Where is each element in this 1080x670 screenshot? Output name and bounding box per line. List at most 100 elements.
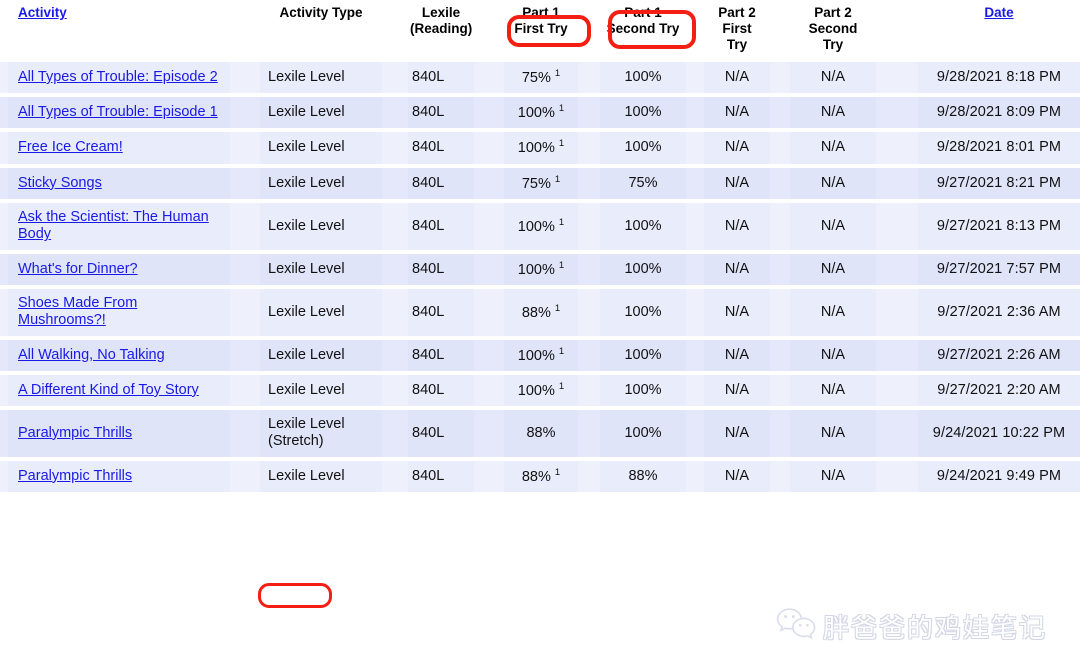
cell-part1-first-try: 88% [504,410,578,457]
row-separator-cell [230,492,260,497]
cell-part2-first-try: N/A [704,339,770,371]
cell-part1-second-try: 100% [600,339,686,371]
cell-activity[interactable]: A Different Kind of Toy Story [8,374,230,407]
row-gap-6 [770,253,790,285]
activity-type-label: Lexile Level [268,467,345,484]
cell-activity-type: Lexile Level [260,62,382,94]
row-separator-cell [578,492,600,497]
lexile-header-line2: (Reading) [410,20,473,36]
part2-second-line3: Try [822,36,844,52]
cell-part2-second-try: N/A [790,253,876,285]
cell-part1-first-try: 75% 1 [504,62,578,94]
footnote-marker: 1 [558,103,565,115]
activity-link[interactable]: A Different Kind of Toy Story [18,382,199,398]
date-sort-link[interactable]: Date [984,5,1013,20]
table-body: All Types of Trouble: Episode 2 Lexile Le… [0,62,1080,497]
row-gap-4 [578,374,600,407]
cell-activity-type: Lexile Level [260,253,382,285]
row-separator-cell [8,492,230,497]
row-gap-2 [382,339,408,371]
footnote-marker: 1 [554,466,561,478]
part2-second-line1: Part 2 [814,5,852,20]
part2-first-line3: Try [726,36,748,52]
row-spacer-left [0,253,8,285]
column-header-date[interactable]: Date [918,0,1080,62]
footnote-marker: 1 [558,380,565,392]
row-spacer-left [0,167,8,199]
row-gap-7 [876,167,918,199]
row-separator-cell [408,492,474,497]
row-gap-3 [474,253,504,285]
activity-link[interactable]: All Types of Trouble: Episode 1 [18,104,218,120]
row-gap-2 [382,288,408,336]
row-gap-6 [770,374,790,407]
row-gap-7 [876,97,918,129]
cell-part1-second-try: 75% [600,167,686,199]
cell-activity[interactable]: What's for Dinner? [8,253,230,285]
activity-sort-link[interactable]: Activity [18,5,67,20]
cell-activity-type: Lexile Level [260,339,382,371]
cell-date: 9/24/2021 10:22 PM [918,410,1080,457]
cell-activity[interactable]: Paralympic Thrills [8,410,230,457]
activity-link[interactable]: All Types of Trouble: Episode 2 [18,69,218,85]
cell-activity[interactable]: Sticky Songs [8,167,230,199]
row-gap-7 [876,132,918,164]
row-separator-cell [918,492,1080,497]
cell-activity[interactable]: All Walking, No Talking [8,339,230,371]
activity-link[interactable]: Ask the Scientist: The Human Body [18,209,209,242]
cell-date: 9/28/2021 8:18 PM [918,62,1080,94]
cell-activity[interactable]: All Types of Trouble: Episode 2 [8,62,230,94]
activity-link[interactable]: Paralympic Thrills [18,425,132,441]
activity-link[interactable]: Free Ice Cream! [18,139,123,155]
row-gap-4 [578,460,600,493]
row-gap-6 [770,460,790,493]
cell-part1-first-try: 100% 1 [504,339,578,371]
row-gap-2 [382,253,408,285]
row-gap-1 [230,132,260,164]
table-row: What's for Dinner? Lexile Level 840L 100% 1 1… [0,253,1080,285]
cell-activity[interactable]: All Types of Trouble: Episode 1 [8,97,230,129]
cell-date: 9/27/2021 8:13 PM [918,202,1080,250]
table-row: All Walking, No Talking Lexile Level 840L 1… [0,339,1080,371]
cell-activity[interactable]: Free Ice Cream! [8,132,230,164]
cell-activity-type: Lexile Level (Stretch) [260,410,382,457]
row-gap-5 [686,460,704,493]
part2-second-line2: Second [808,20,858,36]
column-header-activity[interactable]: Activity [8,0,230,62]
cell-activity[interactable]: Paralympic Thrills [8,460,230,493]
row-separator-cell [260,492,382,497]
cell-part2-first-try: N/A [704,202,770,250]
part1-first-line1: Part 1 [522,5,560,20]
row-separator-cell [600,492,686,497]
part2-first-line1: Part 2 [718,5,756,20]
row-gap-4 [578,410,600,457]
row-gap-3 [474,288,504,336]
header-spacer-left [0,0,8,62]
part1-second-line2: Second Try [606,20,680,36]
row-gap-5 [686,62,704,94]
table-row: Free Ice Cream! Lexile Level 840L 100% 1 100%… [0,132,1080,164]
row-spacer-left [0,97,8,129]
header-row: Activity Activity Type Lexile (Reading) … [0,0,1080,62]
cell-activity[interactable]: Shoes Made From Mushrooms?! [8,288,230,336]
cell-activity[interactable]: Ask the Scientist: The Human Body [8,202,230,250]
row-gap-4 [578,253,600,285]
table-row: Shoes Made From Mushrooms?! Lexile Level 8… [0,288,1080,336]
row-gap-2 [382,410,408,457]
activity-link[interactable]: Shoes Made From Mushrooms?! [18,295,137,328]
column-header-part2-first-try: Part 2 First Try [704,0,770,62]
activity-link[interactable]: All Walking, No Talking [18,347,165,363]
table-row: Paralympic Thrills Lexile Level (Stretch) 8… [0,410,1080,457]
activity-link[interactable]: Sticky Songs [18,175,102,191]
cell-part1-first-try: 100% 1 [504,253,578,285]
row-gap-6 [770,288,790,336]
cell-part2-second-try: N/A [790,339,876,371]
cell-lexile: 840L [408,339,474,371]
row-gap-3 [474,97,504,129]
cell-part2-first-try: N/A [704,97,770,129]
activity-link[interactable]: Paralympic Thrills [18,468,132,484]
row-gap-7 [876,460,918,493]
cell-date: 9/28/2021 8:01 PM [918,132,1080,164]
cell-part2-first-try: N/A [704,167,770,199]
activity-link[interactable]: What's for Dinner? [18,261,138,277]
